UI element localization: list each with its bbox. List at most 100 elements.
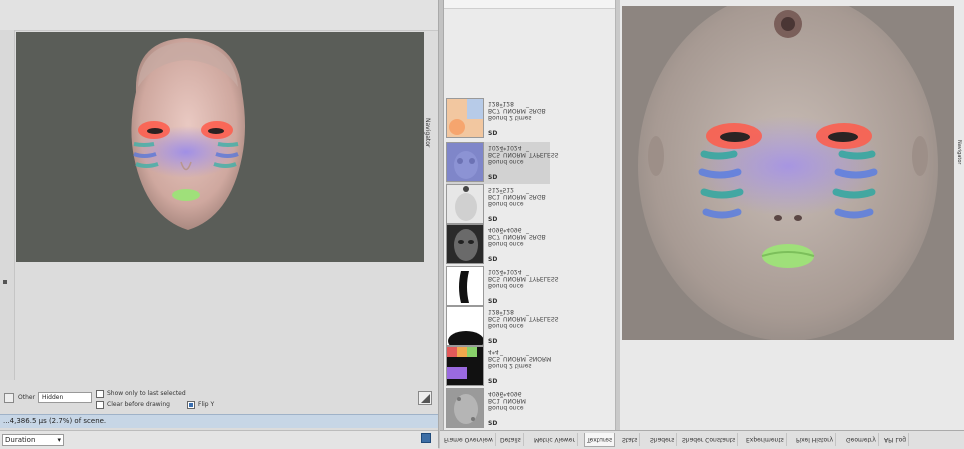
flip-y-checkbox[interactable] — [187, 401, 195, 409]
other-label: Other — [18, 394, 36, 401]
texture-size-text: 4096*4096 — [488, 390, 522, 397]
texture-item[interactable]: Bound once BC5_UNORM_TYPELESS 1024*1024 … — [446, 266, 559, 308]
texture-sd-label: SD — [488, 298, 498, 305]
texture-sd-label: SD — [488, 174, 498, 181]
tab-label: Stats — [622, 436, 638, 443]
texture-thumbnail — [446, 346, 484, 386]
texture-info: Bound once BC5_UNORM_TYPELESS 1024*1024 — [488, 144, 559, 165]
texture-info: Bound once BC1_UNORM 4096*4096 — [488, 390, 552, 411]
clear-before-drawing-checkbox[interactable] — [96, 401, 104, 409]
tab-label: Shader Constants — [682, 436, 736, 443]
texture-canvas[interactable] — [622, 6, 954, 340]
tab-textures[interactable]: Textures — [584, 433, 616, 447]
texture-info: Bound once BC5_UNORM_TYPELESS 1024*1024 — [488, 268, 559, 289]
texture-item[interactable]: Bound once BC5_UNORM_TYPELESS 128*128 SD — [446, 306, 558, 348]
tab-details[interactable]: Details — [498, 433, 524, 446]
duration-status-text: ...4,386.5 µs (2.7%) of scene. — [3, 417, 107, 425]
strip-marker — [3, 280, 7, 284]
render-viewport[interactable] — [16, 32, 424, 262]
texture-bound-text: Bound 2 times — [488, 114, 532, 121]
texture-size-text: 128*128 — [488, 308, 514, 315]
tab-shader-constants[interactable]: Shader Constants — [680, 433, 739, 446]
resize-corner-button[interactable] — [418, 391, 432, 405]
analyzer-tabs: Frame Overview Details Metric Viewer Tex… — [440, 430, 964, 449]
tab-label: Details — [500, 436, 521, 443]
texture-thumbnail — [446, 388, 484, 428]
show-only-label: Show only to last selected — [107, 390, 186, 397]
texture-bound-text: Bound once — [488, 200, 524, 207]
texture-info: Bound 2 times BC5_UNORM_SNORM 4*4 — [488, 348, 552, 369]
tab-metric-viewer[interactable]: Metric Viewer — [532, 433, 578, 446]
texture-format-text: BC1_UNORM — [488, 397, 526, 404]
clear-before-drawing-label: Clear before drawing — [107, 401, 170, 408]
tab-geometry[interactable]: Geometry — [844, 433, 879, 446]
tab-stats[interactable]: Stats — [620, 433, 641, 446]
status-line: ...4,386.5 µs (2.7%) of scene. — [0, 414, 438, 428]
texture-viewer — [620, 0, 964, 430]
texture-info: Bound 2 times BC7_UNORM_SRGB 128*128 — [488, 100, 552, 121]
tab-label: Experiments — [746, 436, 784, 443]
texture-bound-text: Bound once — [488, 322, 524, 329]
tab-experiments[interactable]: Experiments — [744, 433, 787, 446]
tab-label: Textures — [587, 436, 613, 443]
render-panel: Navigator Other Hidden Show only to last… — [0, 0, 438, 449]
metric-select[interactable]: Duration ▾ — [2, 434, 64, 446]
texture-sd-label: SD — [488, 130, 498, 137]
texture-item[interactable]: Bound 2 times BC5_UNORM_SNORM 4*4 SD — [446, 346, 552, 388]
texture-thumbnail — [446, 306, 484, 346]
texture-bound-text: Bound once — [488, 404, 524, 411]
metric-select-value: Duration — [5, 436, 36, 444]
show-only-checkbox[interactable] — [96, 390, 104, 398]
texture-format-text: BC5_UNORM_TYPELESS — [488, 151, 559, 158]
collapse-button[interactable] — [4, 393, 14, 403]
texture-thumbnail — [446, 98, 484, 138]
texture-size-text: 128*128 — [488, 100, 514, 107]
texture-info: Bound once BC1_UNORM_SRGB 512*512 — [488, 186, 552, 207]
bottom-bar: Duration ▾ — [0, 430, 438, 449]
texture-sd-label: SD — [488, 216, 498, 223]
texture-thumbnail — [446, 184, 484, 224]
left-side-strip — [0, 30, 15, 380]
tab-label: Metric Viewer — [534, 436, 575, 443]
navigator-tab-left[interactable]: Navigator — [424, 118, 436, 188]
settings-icon[interactable] — [421, 433, 431, 443]
tab-label: Geometry — [846, 436, 876, 443]
texture-format-text: BC5_UNORM_TYPELESS — [488, 275, 559, 282]
tab-frame-overview[interactable]: Frame Overview — [442, 433, 496, 446]
texture-sd-label: SD — [488, 420, 498, 427]
texture-format-text: BC5_UNORM_SNORM — [488, 355, 552, 362]
texture-size-text: 1024*1024 — [488, 268, 522, 275]
navigator-tab-label: Navigator — [424, 118, 431, 148]
navigator-tab-right[interactable]: Navigator — [956, 140, 964, 200]
navigator-tab-label: Navigator — [956, 140, 962, 165]
texture-thumbnail — [446, 142, 484, 182]
tab-shaders[interactable]: Shaders — [648, 433, 678, 446]
texture-format-text: BC7_UNORM_SRGB — [488, 107, 546, 114]
resize-icon — [421, 394, 430, 403]
texture-item[interactable]: Bound once BC7_UNORM_SRGB 4096*4096 SD — [446, 224, 550, 266]
render-options: Other Hidden Show only to last selected … — [4, 390, 434, 412]
tab-label: API Log — [884, 436, 907, 443]
texture-item[interactable]: Bound 2 times BC7_UNORM_SRGB 128*128 SD — [446, 98, 550, 140]
other-select[interactable]: Hidden — [38, 392, 92, 403]
texture-size-text: 4*4 — [488, 348, 499, 355]
texture-format-text: BC1_UNORM_SRGB — [488, 193, 546, 200]
texture-sd-label: SD — [488, 256, 498, 263]
tab-api-log[interactable]: API Log — [882, 433, 910, 446]
texture-bound-text: Bound once — [488, 282, 524, 289]
texture-sd-label: SD — [488, 338, 498, 345]
face-texture-preview — [622, 6, 954, 340]
texture-size-text: 1024*1024 — [488, 144, 522, 151]
texture-item[interactable]: Bound once BC1_UNORM 4096*4096 SD — [446, 388, 550, 430]
texture-thumbnail — [446, 224, 484, 264]
texture-item[interactable]: Bound once BC1_UNORM_SRGB 512*512 SD — [446, 184, 550, 226]
face-render — [16, 32, 424, 262]
texture-item[interactable]: Bound once BC5_UNORM_TYPELESS 1024*1024 … — [446, 142, 559, 184]
other-select-value: Hidden — [42, 394, 64, 401]
texture-info: Bound once BC5_UNORM_TYPELESS 128*128 — [488, 308, 558, 329]
tab-label: Frame Overview — [444, 436, 493, 443]
texture-thumbnail — [446, 266, 484, 306]
tab-pixel-history[interactable]: Pixel History — [794, 433, 837, 446]
flip-y-label: Flip Y — [198, 401, 215, 408]
texture-list: Bound 2 times BC7_UNORM_SRGB 128*128 SD … — [444, 0, 616, 430]
